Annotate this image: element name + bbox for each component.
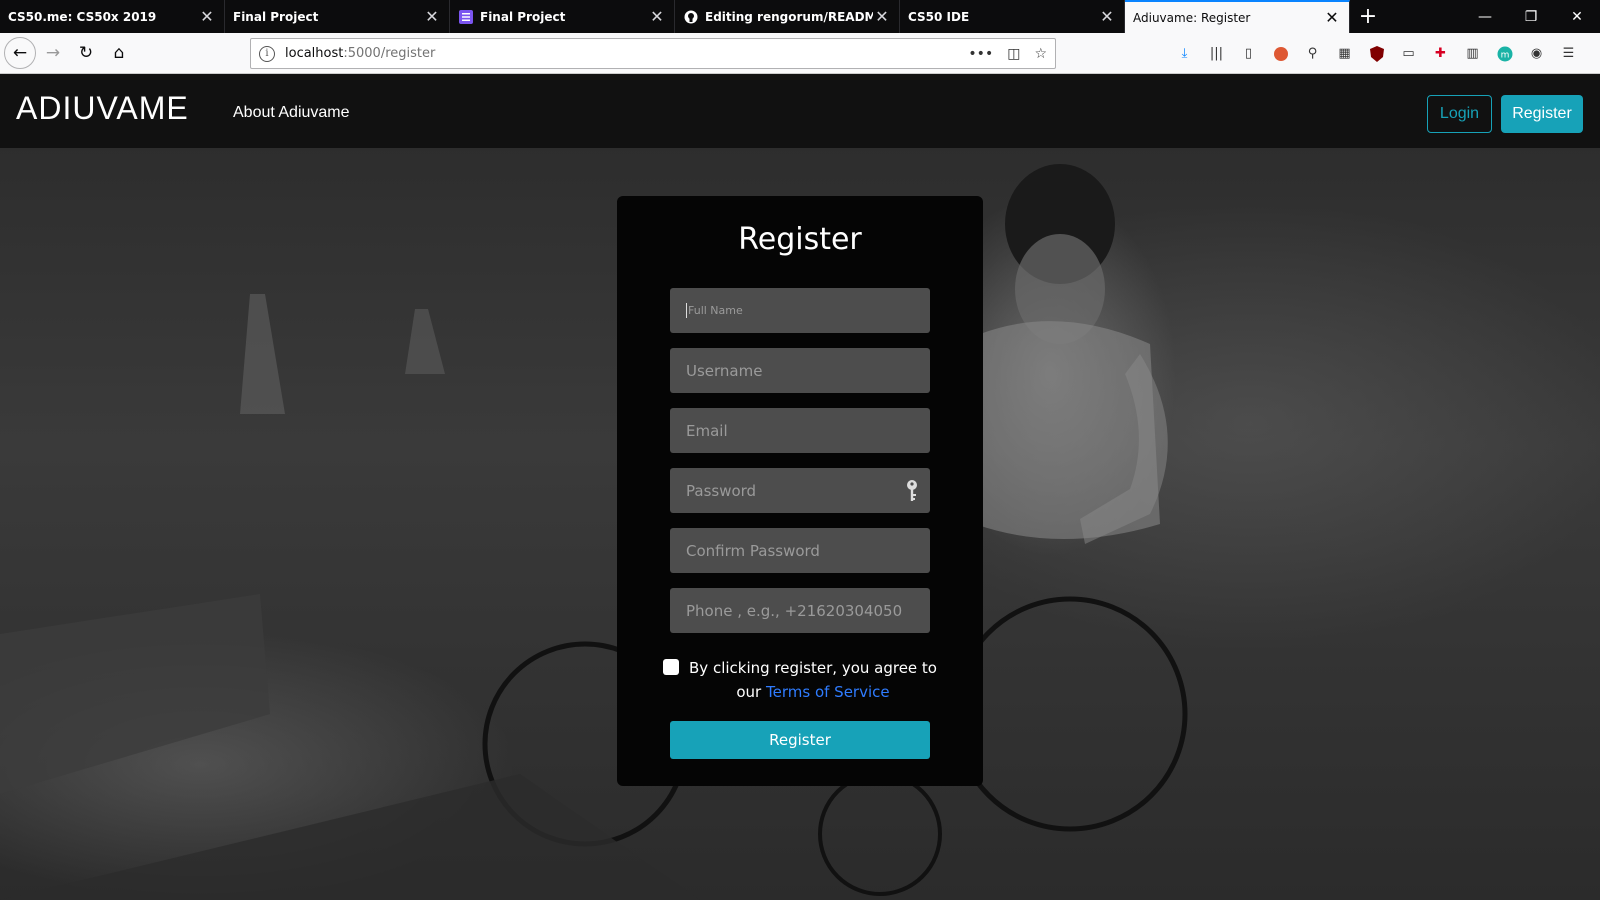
screenshot-icon[interactable]: ✚ — [1431, 44, 1450, 63]
login-button[interactable]: Login — [1427, 95, 1492, 133]
pin-icon[interactable]: ⚲ — [1303, 44, 1322, 63]
window-close-icon[interactable]: ✕ — [1554, 0, 1600, 33]
browser-toolbar: ← → ↻ ⌂ i localhost:5000/register ••• ◫ … — [0, 33, 1600, 74]
reload-icon[interactable]: ↻ — [70, 37, 102, 69]
browser-tab[interactable]: Final Project ✕ — [450, 0, 675, 33]
browser-tab[interactable]: CS50.me: CS50x 2019 ✕ — [0, 0, 225, 33]
info-icon[interactable]: i — [259, 45, 275, 62]
close-icon[interactable]: ✕ — [1098, 7, 1116, 26]
bookmark-star-icon[interactable]: ☆ — [1034, 46, 1047, 62]
key-icon[interactable] — [906, 479, 918, 507]
browser-tab[interactable]: Final Project ✕ — [225, 0, 450, 33]
list-icon — [458, 9, 474, 25]
username-placeholder: Username — [686, 361, 763, 380]
extensions-bar: ⤓ ||| ▯ ⚲ ▦ ▭ ✚ ▥ m ◉ ☰ — [1175, 33, 1578, 74]
password-placeholder: Password — [686, 481, 757, 500]
register-card: Register Full Name Username Email Passwo… — [617, 196, 983, 786]
restore-icon[interactable]: ❐ — [1508, 0, 1554, 33]
barcode-icon[interactable]: ▥ — [1463, 44, 1482, 63]
close-icon[interactable]: ✕ — [1323, 8, 1341, 27]
page-viewport: ADIUVAME About Adiuvame Login Register R… — [0, 74, 1600, 900]
register-nav-button[interactable]: Register — [1501, 95, 1583, 133]
phone-placeholder: Phone , e.g., +21620304050 — [686, 601, 903, 620]
close-icon[interactable]: ✕ — [873, 7, 891, 26]
register-title: Register — [738, 222, 862, 257]
email-placeholder: Email — [686, 421, 728, 440]
tab-title: CS50 IDE — [908, 9, 970, 24]
close-icon[interactable]: ✕ — [648, 7, 666, 26]
full-name-placeholder: Full Name — [688, 304, 743, 317]
ublock-icon[interactable] — [1367, 44, 1386, 63]
full-name-field[interactable]: Full Name — [670, 288, 930, 333]
svg-text:m: m — [1500, 50, 1509, 60]
register-submit-button[interactable]: Register — [670, 721, 930, 759]
password-field[interactable]: Password — [670, 468, 930, 513]
m-extension-icon[interactable]: m — [1495, 44, 1514, 63]
about-link[interactable]: About Adiuvame — [233, 104, 350, 122]
new-tab-button[interactable]: + — [1350, 0, 1386, 33]
confirm-password-placeholder: Confirm Password — [686, 541, 820, 560]
duckduckgo-icon[interactable] — [1271, 44, 1290, 63]
terms-checkbox[interactable] — [663, 659, 679, 675]
url-path: :5000/register — [343, 46, 436, 61]
pocket-icon[interactable]: ◫ — [1007, 46, 1020, 62]
tab-title: Final Project — [233, 9, 319, 24]
email-field[interactable]: Email — [670, 408, 930, 453]
tab-title: CS50.me: CS50x 2019 — [8, 9, 157, 24]
sidebar-icon[interactable]: ▯ — [1239, 44, 1258, 63]
close-icon[interactable]: ✕ — [198, 7, 216, 26]
address-bar[interactable]: i localhost:5000/register ••• ◫ ☆ — [250, 38, 1056, 69]
browser-tab-active[interactable]: Adiuvame: Register ✕ — [1125, 0, 1350, 33]
terms-link[interactable]: Terms of Service — [766, 683, 890, 701]
account-icon[interactable]: ◉ — [1527, 44, 1546, 63]
forward-arrow-icon[interactable]: → — [37, 37, 69, 69]
library-icon[interactable]: ||| — [1207, 44, 1226, 63]
username-field[interactable]: Username — [670, 348, 930, 393]
back-arrow-icon[interactable]: ← — [4, 37, 36, 69]
close-icon[interactable]: ✕ — [423, 7, 441, 26]
url-host: localhost — [285, 46, 344, 61]
phone-field[interactable]: Phone , e.g., +21620304050 — [670, 588, 930, 633]
window-icon[interactable]: ▭ — [1399, 44, 1418, 63]
browser-tab[interactable]: CS50 IDE ✕ — [900, 0, 1125, 33]
brand-logo[interactable]: ADIUVAME — [16, 90, 189, 127]
minimize-icon[interactable]: — — [1462, 0, 1508, 33]
github-icon — [683, 9, 699, 25]
more-actions-icon[interactable]: ••• — [968, 46, 993, 62]
tab-title: Final Project — [480, 9, 566, 24]
site-navbar: ADIUVAME About Adiuvame Login Register — [0, 74, 1600, 148]
window-controls: — ❐ ✕ — [1462, 0, 1600, 33]
tab-title: Editing rengorum/README.md — [705, 9, 873, 24]
url-actions: ••• ◫ ☆ — [968, 46, 1047, 62]
terms-text: By clicking register, you agree to our T… — [683, 656, 943, 704]
tab-title: Adiuvame: Register — [1133, 10, 1251, 25]
grid-icon[interactable]: ▦ — [1335, 44, 1354, 63]
browser-tab-strip: CS50.me: CS50x 2019 ✕ Final Project ✕ Fi… — [0, 0, 1600, 33]
confirm-password-field[interactable]: Confirm Password — [670, 528, 930, 573]
text-caret — [686, 303, 687, 318]
browser-tab[interactable]: Editing rengorum/README.md ✕ — [675, 0, 900, 33]
menu-icon[interactable]: ☰ — [1559, 44, 1578, 63]
download-icon[interactable]: ⤓ — [1175, 44, 1194, 63]
home-icon[interactable]: ⌂ — [103, 37, 135, 69]
